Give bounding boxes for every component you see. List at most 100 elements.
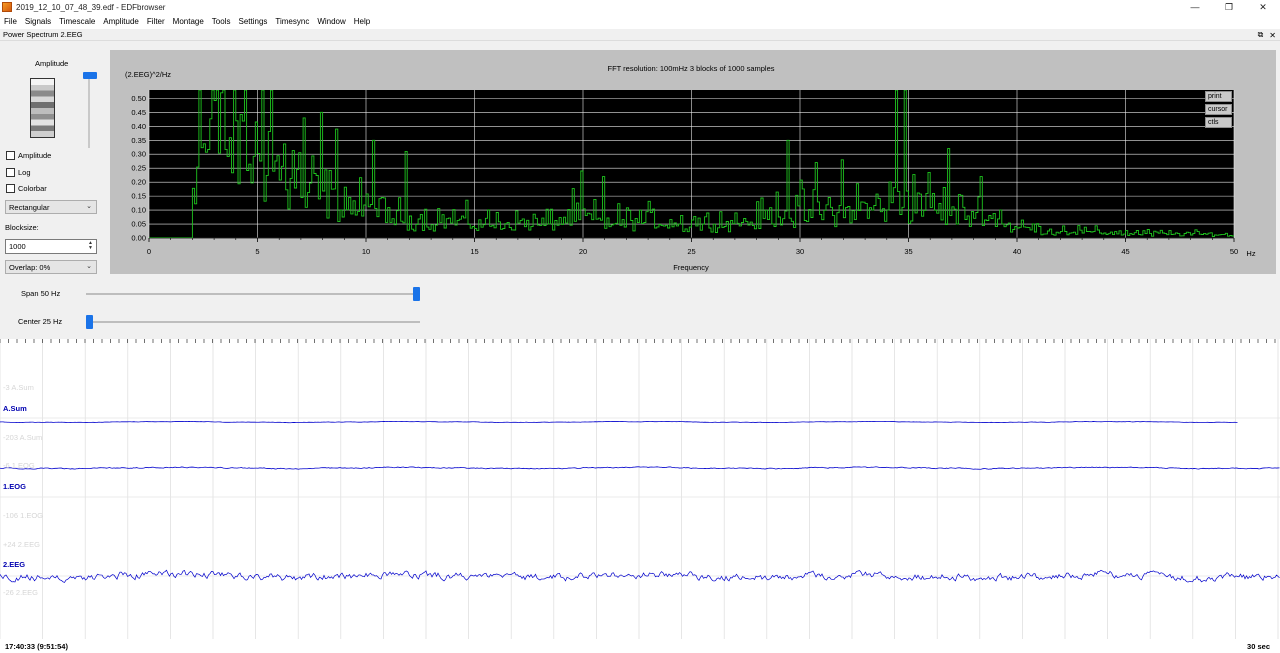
eeg-bottom-scale: -26 2.EEG <box>3 588 39 597</box>
amplitude-checkbox-row[interactable]: Amplitude <box>6 151 51 160</box>
blocksize-label: Blocksize: <box>5 223 39 232</box>
blocksize-spinbox[interactable]: 1000 ▲ ▼ <box>5 239 97 254</box>
minimize-button[interactable]: — <box>1178 0 1212 14</box>
x-tick-label: 45 <box>1121 247 1129 256</box>
menu-filter[interactable]: Filter <box>143 17 169 26</box>
cursor-button[interactable]: cursor <box>1205 104 1232 115</box>
log-checkbox[interactable] <box>6 168 15 177</box>
y-tick-label: 0.00 <box>131 234 146 243</box>
menu-montage[interactable]: Montage <box>169 17 208 26</box>
dock-close-icon[interactable]: ✕ <box>1269 31 1276 40</box>
y-tick-label: 0.45 <box>131 108 146 117</box>
overlap-value: Overlap: 0% <box>9 262 51 272</box>
span-slider-track[interactable] <box>86 293 420 295</box>
dock-title-bar: Power Spectrum 2.EEG ⧉ ✕ <box>0 29 1280 41</box>
colorbar-checkbox-label: Colorbar <box>18 184 47 193</box>
x-tick-label: 15 <box>470 247 478 256</box>
x-tick-label: 40 <box>1013 247 1021 256</box>
amplitude-checkbox-label: Amplitude <box>18 151 52 160</box>
print-button[interactable]: print <box>1205 91 1232 102</box>
chart-ylabel: (2.EEG)^2/Hz <box>125 70 171 79</box>
menu-timescale[interactable]: Timescale <box>55 17 99 26</box>
time-scale: 30 sec <box>1247 642 1270 651</box>
title-bar: 2019_12_10_07_48_39.edf - EDFbrowser — ❐… <box>0 0 1280 14</box>
chart-xlabel: Frequency <box>673 263 709 272</box>
y-tick-label: 0.15 <box>131 192 146 201</box>
menu-help[interactable]: Help <box>350 17 374 26</box>
y-tick-label: 0.30 <box>131 150 146 159</box>
maximize-button[interactable]: ❐ <box>1212 0 1246 14</box>
asum-trace <box>0 420 1238 424</box>
power-spectrum-panel: Amplitude Amplitude Log Colorbar Rectang… <box>0 41 1280 339</box>
y-tick-label: 0.40 <box>131 122 146 131</box>
signal-view[interactable]: -3 A.Sum A.Sum -203 A.Sum -6 1.EOG 1.EOG… <box>0 339 1280 653</box>
eog-top-scale: -6 1.EOG <box>3 461 35 470</box>
dock-title: Power Spectrum 2.EEG <box>3 30 83 39</box>
cursor-button-label: cursor <box>1208 106 1228 113</box>
spin-arrows[interactable]: ▲ ▼ <box>86 241 95 252</box>
menu-window[interactable]: Window <box>313 17 349 26</box>
amplitude-slider-handle[interactable] <box>83 72 97 79</box>
span-label: Span 50 Hz <box>21 289 61 298</box>
window-function-select[interactable]: Rectangular ⌄ <box>5 200 97 214</box>
chart-xunit: Hz <box>1246 249 1255 258</box>
center-slider-track[interactable] <box>86 321 420 323</box>
x-tick-label: 5 <box>255 247 259 256</box>
colorbar-checkbox[interactable] <box>6 184 15 193</box>
y-tick-label: 0.05 <box>131 220 146 229</box>
y-tick-label: 0.20 <box>131 178 146 187</box>
window-controls: — ❐ ✕ <box>1178 0 1280 14</box>
ctls-button[interactable]: ctls <box>1205 117 1232 128</box>
span-slider-handle[interactable] <box>413 287 420 301</box>
x-tick-label: 35 <box>904 247 912 256</box>
log-checkbox-label: Log <box>18 168 31 177</box>
amplitude-slider-track[interactable] <box>88 78 90 148</box>
eeg-top-scale: +24 2.EEG <box>3 540 40 549</box>
y-tick-label: 0.50 <box>131 94 146 103</box>
y-tick-label: 0.35 <box>131 136 146 145</box>
print-button-label: print <box>1208 93 1222 100</box>
menu-settings[interactable]: Settings <box>234 17 271 26</box>
asum-channel-label[interactable]: A.Sum <box>3 404 27 413</box>
amplitude-checkbox[interactable] <box>6 151 15 160</box>
log-checkbox-row[interactable]: Log <box>6 168 31 177</box>
eeg-channel-label[interactable]: 2.EEG <box>3 560 25 569</box>
menu-signals[interactable]: Signals <box>21 17 55 26</box>
x-tick-label: 50 <box>1230 247 1238 256</box>
overlap-select[interactable]: Overlap: 0% ⌄ <box>5 260 97 274</box>
blocksize-value: 1000 <box>9 242 26 251</box>
asum-top-scale: -3 A.Sum <box>3 383 34 392</box>
eog-channel-label[interactable]: 1.EOG <box>3 482 26 491</box>
window-function-value: Rectangular <box>9 202 50 212</box>
x-tick-label: 20 <box>579 247 587 256</box>
window-title: 2019_12_10_07_48_39.edf - EDFbrowser <box>16 2 166 12</box>
y-tick-label: 0.25 <box>131 164 146 173</box>
eog-trace <box>0 466 1280 470</box>
x-tick-label: 10 <box>362 247 370 256</box>
spectrum-plot-frame: FFT resolution: 100mHz 3 blocks of 1000 … <box>110 50 1276 274</box>
menu-amplitude[interactable]: Amplitude <box>99 17 143 26</box>
spectrum-chart[interactable]: FFT resolution: 100mHz 3 blocks of 1000 … <box>110 50 1276 274</box>
y-tick-label: 0.10 <box>131 206 146 215</box>
eog-bottom-scale: -106 1.EOG <box>3 511 44 520</box>
chevron-down-icon: ⌄ <box>86 203 92 210</box>
close-button[interactable]: ✕ <box>1246 0 1280 14</box>
time-position: 17:40:33 (9:51:54) <box>5 642 68 651</box>
chart-title: FFT resolution: 100mHz 3 blocks of 1000 … <box>607 64 774 73</box>
center-label: Center 25 Hz <box>18 317 63 326</box>
menu-timesync[interactable]: Timesync <box>271 17 313 26</box>
asum-bottom-scale: -203 A.Sum <box>3 433 43 442</box>
menu-tools[interactable]: Tools <box>208 17 235 26</box>
signal-traces[interactable] <box>0 339 1280 639</box>
center-slider-handle[interactable] <box>86 315 93 329</box>
app-icon <box>2 2 12 12</box>
colorbar-checkbox-row[interactable]: Colorbar <box>6 184 47 193</box>
menu-bar: File Signals Timescale Amplitude Filter … <box>0 15 1280 28</box>
amplitude-label: Amplitude <box>35 59 69 68</box>
float-icon[interactable]: ⧉ <box>1258 30 1264 40</box>
maximize-icon: ❐ <box>1224 1 1234 12</box>
x-tick-label: 25 <box>687 247 695 256</box>
menu-file[interactable]: File <box>0 17 21 26</box>
spin-down-icon[interactable]: ▼ <box>86 246 95 251</box>
ctls-button-label: ctls <box>1208 119 1219 126</box>
